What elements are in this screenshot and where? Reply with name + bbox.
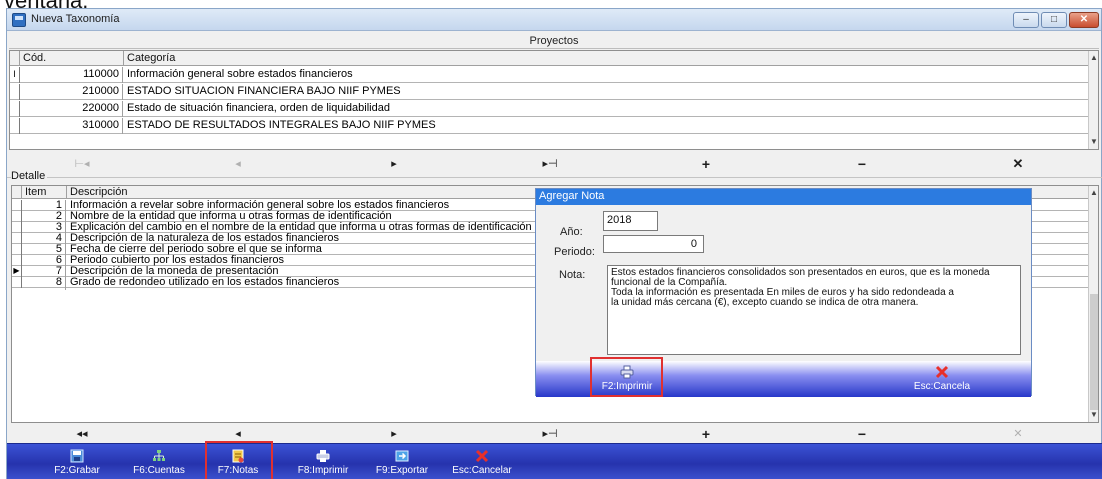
scroll-down-icon[interactable]: ▼ [1089, 410, 1098, 420]
save-button[interactable]: F2:Grabar [47, 444, 107, 479]
cancel-button-label: Esc:Cancelar [452, 465, 512, 476]
row-indicator [10, 101, 20, 117]
detail-navigator: ◂◂ ◂ ▸ ▸⊣ + − ✕ [7, 425, 1101, 443]
cell-code[interactable]: 110000 [20, 67, 123, 83]
nav-last-button[interactable]: ▸⊣ [475, 155, 625, 173]
projects-section-title: Proyectos [9, 34, 1099, 49]
nav-next-button[interactable]: ▸ [319, 155, 469, 173]
cell-category[interactable]: Información general sobre estados financ… [124, 67, 353, 83]
row-indicator: I [10, 67, 20, 83]
nav-insert-button[interactable]: + [631, 155, 781, 173]
nav-prior-button[interactable]: ◂ [163, 155, 313, 173]
year-label: Año: [560, 226, 583, 238]
year-input[interactable]: 2018 [603, 211, 658, 231]
detail-group-label: Detalle [11, 170, 48, 182]
close-button[interactable]: ✕ [1069, 12, 1099, 28]
row-indicator [12, 211, 22, 222]
column-header-category[interactable]: Categoría [124, 51, 1090, 66]
cancel-icon [475, 449, 489, 463]
save-button-label: F2:Grabar [54, 465, 100, 476]
scroll-up-icon[interactable]: ▲ [1089, 188, 1098, 198]
window-title: Nueva Taxonomía [31, 13, 120, 25]
accounts-icon [153, 450, 165, 461]
cell-description[interactable]: Grado de redondeo utilizado en los estad… [67, 277, 339, 290]
cell-code[interactable]: 210000 [20, 84, 123, 100]
accounts-button[interactable]: F6:Cuentas [129, 444, 189, 479]
row-indicator-header [12, 186, 22, 199]
nav-insert-button[interactable]: + [631, 425, 781, 443]
nav-next-button[interactable]: ▸ [319, 425, 469, 443]
export-button[interactable]: F9:Exportar [369, 444, 435, 479]
cell-category[interactable]: ESTADO DE RESULTADOS INTEGRALES BAJO NII… [124, 118, 436, 134]
print-button-label: F8:Imprimir [297, 465, 349, 476]
maximize-button[interactable]: □ [1041, 12, 1067, 28]
nav-cancel-button[interactable]: ✕ [943, 155, 1093, 173]
row-indicator [12, 277, 22, 288]
nav-cancel-button[interactable]: ✕ [943, 425, 1093, 443]
dialog-cancel-label: Esc:Cancela [913, 381, 971, 392]
nav-last-button[interactable]: ▸⊣ [475, 425, 625, 443]
notes-highlight-box [205, 441, 273, 479]
row-indicator [12, 222, 22, 233]
cell-category[interactable]: Estado de situación financiera, orden de… [124, 101, 390, 117]
cancel-icon [935, 365, 949, 379]
detail-group-border [7, 177, 1102, 178]
print-button[interactable]: F8:Imprimir [291, 444, 355, 479]
row-indicator [10, 84, 20, 100]
main-toolbar: F2:Grabar F6:Cuentas F7:Notas F8:Imprimi… [7, 443, 1102, 479]
table-row[interactable]: 220000 Estado de situación financiera, o… [10, 101, 1098, 117]
cell-code[interactable]: 310000 [20, 118, 123, 134]
main-window: Nueva Taxonomía – □ ✕ Proyectos Cód. Cat… [6, 8, 1102, 479]
column-header-code[interactable]: Cód. [20, 51, 124, 66]
export-button-label: F9:Exportar [375, 465, 429, 476]
note-label: Nota: [559, 269, 586, 281]
cell-category[interactable]: ESTADO SITUACION FINANCIERA BAJO NIIF PY… [124, 84, 401, 100]
note-line: la unidad más cercana (€), excepto cuand… [611, 297, 919, 308]
projects-grid: Cód. Categoría I 110000 Información gene… [9, 50, 1099, 150]
row-indicator: ▶ [12, 266, 22, 277]
print-highlight-box [590, 357, 663, 397]
projects-grid-header: Cód. Categoría [10, 51, 1098, 66]
dialog-cancel-button[interactable]: Esc:Cancela [902, 361, 982, 397]
projects-navigator: ⊢◂ ◂ ▸ ▸⊣ + − ✕ [7, 155, 1101, 173]
export-icon [395, 450, 409, 462]
table-row[interactable]: I 110000 Información general sobre estad… [10, 67, 1098, 83]
nav-delete-button[interactable]: − [787, 155, 937, 173]
scrollbar-thumb[interactable] [1090, 294, 1098, 410]
minimize-button[interactable]: – [1013, 12, 1039, 28]
nav-first-button[interactable]: ◂◂ [7, 425, 157, 443]
dialog-title: Agregar Nota [536, 189, 1031, 205]
cell-code[interactable]: 220000 [20, 101, 123, 117]
scroll-down-icon[interactable]: ▼ [1089, 137, 1098, 147]
projects-scrollbar[interactable]: ▲ ▼ [1088, 51, 1098, 149]
nav-delete-button[interactable]: − [787, 425, 937, 443]
row-indicator [12, 233, 22, 244]
table-row[interactable]: 210000 ESTADO SITUACION FINANCIERA BAJO … [10, 84, 1098, 100]
cancel-button[interactable]: Esc:Cancelar [447, 444, 517, 479]
floppy-icon [70, 449, 84, 463]
printer-icon [316, 450, 330, 462]
cell-item[interactable]: 8 [22, 277, 66, 290]
row-indicator [12, 244, 22, 255]
table-row[interactable]: 310000 ESTADO DE RESULTADOS INTEGRALES B… [10, 118, 1098, 134]
scroll-up-icon[interactable]: ▲ [1089, 53, 1098, 63]
row-indicator [12, 200, 22, 211]
accounts-button-label: F6:Cuentas [133, 465, 185, 476]
period-label: Periodo: [554, 246, 595, 258]
row-indicator [12, 255, 22, 266]
period-input[interactable]: 0 [603, 235, 704, 253]
column-header-item[interactable]: Item [22, 186, 67, 199]
detail-scrollbar[interactable]: ▲ ▼ [1088, 186, 1098, 422]
row-indicator [10, 118, 20, 134]
note-textarea[interactable]: Estos estados financieros consolidados s… [607, 265, 1021, 355]
row-indicator-header [10, 51, 20, 66]
add-note-dialog: Agregar Nota Año: 2018 Periodo: 0 Nota: … [535, 188, 1032, 397]
app-icon [12, 13, 26, 27]
title-bar: Nueva Taxonomía – □ ✕ [7, 9, 1101, 31]
